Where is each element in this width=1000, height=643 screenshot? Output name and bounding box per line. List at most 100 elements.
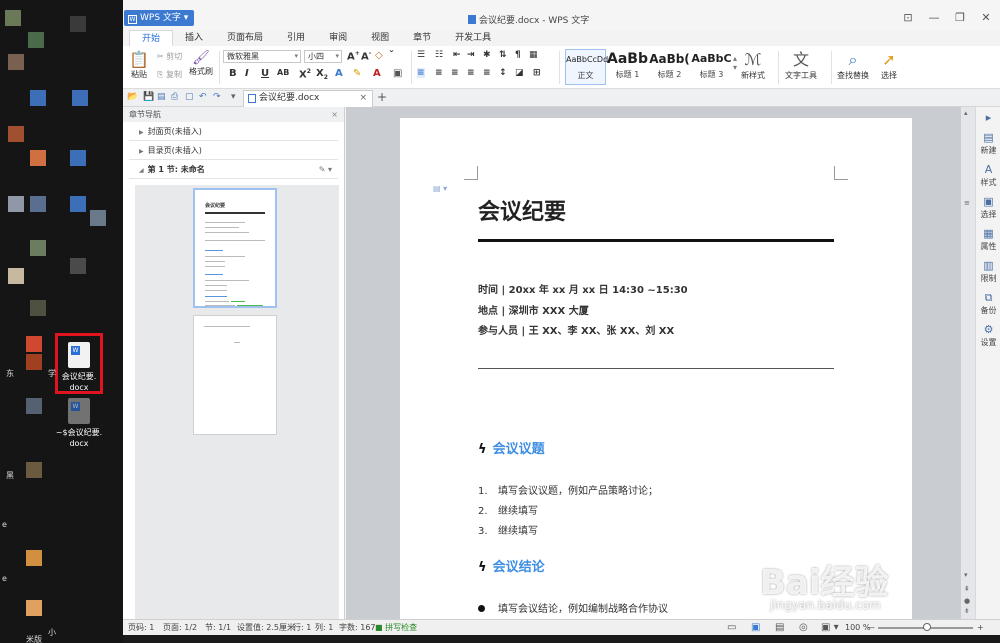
nav-item-cover[interactable]: ▶ 封面页(未插入)	[129, 122, 338, 141]
align-center-icon[interactable]: ≡	[435, 68, 443, 78]
print-icon[interactable]: ⎙	[171, 92, 178, 102]
customize-qa-icon[interactable]: ▾	[231, 92, 236, 102]
grow-font-button[interactable]: A+	[347, 50, 360, 62]
border-icon[interactable]: ⊞	[533, 68, 541, 78]
paste-button[interactable]: 📋 粘贴	[129, 50, 149, 80]
rail-select-button[interactable]: ▣ 选择	[976, 195, 1000, 220]
align-left-icon[interactable]: ≡	[417, 68, 425, 78]
increase-indent-icon[interactable]: ⇥	[467, 50, 475, 60]
rail-settings-button[interactable]: ⚙ 设置	[976, 323, 1000, 348]
close-tab-icon[interactable]: ×	[359, 91, 367, 106]
tab-view[interactable]: 视图	[359, 30, 401, 46]
italic-button[interactable]: I	[245, 68, 249, 79]
status-section[interactable]: 节: 1/1	[205, 620, 231, 635]
select-button[interactable]: ➚ 选择	[881, 50, 897, 81]
shading-icon[interactable]: ◪	[515, 68, 524, 78]
justify-icon[interactable]: ≡	[467, 68, 475, 78]
highlight-icon[interactable]: ✎	[353, 68, 361, 79]
spell-check-toggle[interactable]: ■ 拼写检查	[375, 620, 417, 635]
rail-properties-button[interactable]: ▦ 属性	[976, 227, 1000, 252]
view-outline-icon[interactable]: ▤	[775, 620, 784, 635]
line-spacing-icon[interactable]: ↕	[499, 68, 507, 78]
zoom-out-icon[interactable]: —	[867, 620, 875, 635]
style-heading-1[interactable]: AaBb 标题 1	[607, 49, 648, 85]
paragraph-layout-icon[interactable]: ▤ ▾	[433, 184, 447, 193]
scroll-down-icon[interactable]: ▾	[964, 571, 968, 579]
tab-section[interactable]: 章节	[401, 30, 443, 46]
view-read-icon[interactable]: ▭	[727, 620, 736, 635]
document-page[interactable]: ▤ ▾ 会议纪要 时间 | 20xx 年 xx 月 xx 日 14:30 ~15…	[400, 118, 912, 619]
align-right-icon[interactable]: ≡	[451, 68, 459, 78]
distributed-icon[interactable]: ≡	[483, 68, 491, 78]
tab-insert[interactable]: 插入	[173, 30, 215, 46]
undo-icon[interactable]: ↶	[199, 92, 207, 102]
subscript-button[interactable]: X2	[316, 68, 328, 81]
view-web-icon[interactable]: ◎	[799, 620, 808, 635]
desktop-temp-file-docx[interactable]: W ~$会议纪要. docx	[51, 398, 107, 449]
clear-format-icon[interactable]: ◇	[375, 50, 383, 61]
cut-button[interactable]: ✂ 剪切	[157, 51, 182, 62]
shrink-font-button[interactable]: A-	[361, 50, 371, 62]
document-tab[interactable]: 会议纪要.docx ×	[243, 90, 373, 107]
redo-icon[interactable]: ↷	[213, 92, 221, 102]
close-icon[interactable]: ✕	[980, 11, 992, 24]
new-tab-icon[interactable]: +	[377, 90, 387, 104]
save-icon[interactable]: 💾	[143, 92, 154, 102]
decrease-indent-icon[interactable]: ⇤	[453, 50, 461, 60]
status-row[interactable]: 行: 1	[293, 620, 311, 635]
restore-layout-icon[interactable]: ⊡	[902, 11, 914, 24]
tab-home[interactable]: 开始	[129, 30, 174, 46]
superscript-button[interactable]: X2	[299, 68, 311, 80]
page-thumbnail-1[interactable]: 会议纪要	[193, 188, 277, 308]
output-pdf-icon[interactable]: ▤	[157, 92, 166, 102]
rail-backup-button[interactable]: ⧉ 备份	[976, 291, 1000, 316]
phonetic-guide-icon[interactable]: ˇ	[389, 50, 394, 61]
rail-restrict-button[interactable]: ▥ 限制	[976, 259, 1000, 284]
edit-icon[interactable]: ✎ ▾	[319, 160, 332, 179]
open-folder-icon[interactable]: 📂	[127, 92, 138, 102]
status-page-number[interactable]: 页码: 1	[128, 620, 154, 635]
strikethrough-button[interactable]: AB	[277, 68, 289, 77]
print-preview-icon[interactable]: ▢	[185, 92, 194, 102]
vertical-scrollbar[interactable]: ▴ ≡ ▾ ⇞ ● ⇟	[961, 107, 975, 619]
nav-item-toc[interactable]: ▶ 目录页(未插入)	[129, 141, 338, 160]
copy-button[interactable]: ⎘ 复制	[157, 69, 182, 80]
next-page-icon[interactable]: ⇟	[964, 607, 970, 615]
tab-page-layout[interactable]: 页面布局	[215, 30, 275, 46]
font-name-select[interactable]: 微软雅黑	[223, 50, 301, 63]
zoom-in-icon[interactable]: +	[977, 620, 984, 635]
table-layout-icon[interactable]: ▦	[529, 50, 538, 60]
new-style-button[interactable]: ℳ 新样式	[741, 50, 765, 81]
show-marks-icon[interactable]: ¶	[515, 50, 521, 60]
zoom-slider-handle[interactable]	[923, 623, 931, 631]
wps-app-menu-button[interactable]: W WPS 文字 ▾	[124, 10, 194, 26]
tab-developer[interactable]: 开发工具	[443, 30, 503, 46]
view-options-icon[interactable]: ▣ ▾	[821, 620, 839, 635]
select-browse-icon[interactable]: ●	[964, 597, 970, 605]
close-icon[interactable]: ×	[331, 107, 338, 122]
rail-expand-icon[interactable]: ▸	[976, 111, 1000, 125]
scroll-thumb[interactable]: ≡	[964, 199, 970, 207]
status-column[interactable]: 列: 1	[315, 620, 333, 635]
underline-button[interactable]: U	[261, 68, 269, 79]
style-heading-2[interactable]: AaBb( 标题 2	[649, 49, 690, 85]
font-size-select[interactable]: 小四	[304, 50, 342, 63]
char-shading-icon[interactable]: ▣	[393, 68, 402, 79]
status-word-count[interactable]: 字数: 167	[339, 620, 376, 635]
tab-references[interactable]: 引用	[275, 30, 317, 46]
style-normal[interactable]: AaBbCcDd 正文	[565, 49, 608, 85]
sort-icon[interactable]: ⇅	[499, 50, 507, 60]
page-thumbnail-2[interactable]	[193, 315, 277, 435]
format-painter-button[interactable]: 🖌 格式刷	[189, 50, 213, 77]
scroll-up-icon[interactable]: ▴	[964, 109, 968, 117]
maximize-icon[interactable]: ❐	[954, 11, 966, 24]
text-tools-button[interactable]: 文 文字工具	[785, 50, 817, 81]
desktop-file-docx[interactable]: W 会议纪要. docx	[51, 342, 107, 393]
numbered-list-icon[interactable]: ☷	[435, 50, 443, 60]
text-effect-icon[interactable]: A	[335, 68, 343, 79]
styles-more-icon[interactable]: ▴ ▾	[733, 54, 737, 72]
bold-button[interactable]: B	[229, 68, 237, 79]
font-color-icon[interactable]: A	[373, 68, 381, 79]
rail-new-button[interactable]: ▤ 新建	[976, 131, 1000, 156]
status-pages[interactable]: 页面: 1/2	[163, 620, 197, 635]
